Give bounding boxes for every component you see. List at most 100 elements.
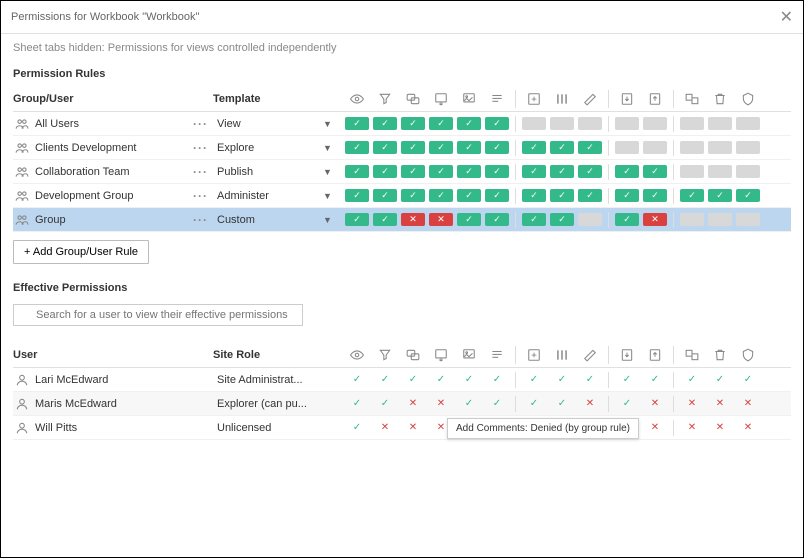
chevron-down-icon[interactable]: ▼ (323, 119, 343, 129)
template-select[interactable]: Custom (213, 214, 323, 226)
rule-row[interactable]: Group···Custom▼ (13, 208, 791, 232)
rule-row[interactable]: All Users ···View▼ (13, 112, 791, 136)
perm-cell[interactable] (615, 213, 639, 226)
perm-cell[interactable] (485, 189, 509, 202)
perm-cell[interactable] (401, 141, 425, 154)
more-actions-icon[interactable]: ··· (193, 165, 213, 179)
rule-row[interactable]: Clients Development···Explore▼ (13, 136, 791, 160)
template-select[interactable]: Explore (213, 142, 323, 154)
perm-cell[interactable] (578, 189, 602, 202)
perm-cell[interactable] (736, 213, 760, 226)
perm-cell[interactable] (401, 165, 425, 178)
perm-cell[interactable] (550, 117, 574, 130)
chevron-down-icon[interactable]: ▼ (323, 191, 343, 201)
perm-cell[interactable] (522, 189, 546, 202)
perm-cell[interactable] (643, 189, 667, 202)
perm-cell[interactable] (522, 213, 546, 226)
more-actions-icon[interactable]: ··· (193, 213, 213, 227)
perm-cell[interactable] (550, 213, 574, 226)
close-icon[interactable]: ✕ (780, 7, 793, 27)
template-select[interactable]: Publish (213, 166, 323, 178)
perm-cell[interactable] (429, 165, 453, 178)
perm-cell[interactable] (615, 117, 639, 130)
user-name: Maris McEdward (35, 398, 117, 410)
perm-cell[interactable] (578, 213, 602, 226)
perm-cell[interactable] (615, 141, 639, 154)
perm-cell[interactable] (429, 117, 453, 130)
perm-cell[interactable] (345, 189, 369, 202)
perm-cell[interactable] (401, 213, 425, 226)
chevron-down-icon[interactable]: ▼ (323, 215, 343, 225)
perm-cell[interactable] (373, 189, 397, 202)
chevron-down-icon[interactable]: ▼ (323, 167, 343, 177)
effective-search-input[interactable] (13, 304, 303, 326)
perm-cell[interactable] (736, 117, 760, 130)
permission-tooltip: Add Comments: Denied (by group rule) (447, 418, 639, 439)
perm-cell[interactable] (373, 141, 397, 154)
chevron-down-icon[interactable]: ▼ (323, 143, 343, 153)
perm-cell[interactable] (429, 141, 453, 154)
perm-cell[interactable] (736, 189, 760, 202)
perm-cell[interactable] (550, 189, 574, 202)
perm-cell[interactable] (643, 213, 667, 226)
perm-cell[interactable] (485, 165, 509, 178)
perm-cell[interactable] (680, 213, 704, 226)
perm-cell[interactable] (680, 189, 704, 202)
download-data-icon (485, 348, 509, 362)
perm-cell[interactable] (345, 165, 369, 178)
group-name: All Users (35, 118, 79, 130)
perm-cell[interactable] (429, 189, 453, 202)
perm-cell[interactable] (373, 165, 397, 178)
perm-cell[interactable] (457, 165, 481, 178)
add-group-user-rule-button[interactable]: + Add Group/User Rule (13, 240, 149, 264)
perm-cell[interactable] (708, 189, 732, 202)
perm-cell[interactable] (373, 117, 397, 130)
perm-cell[interactable] (680, 141, 704, 154)
perm-cell[interactable] (643, 141, 667, 154)
perm-cell[interactable] (485, 141, 509, 154)
perm-cell[interactable] (643, 165, 667, 178)
perm-cell[interactable] (578, 117, 602, 130)
perm-cell[interactable] (708, 213, 732, 226)
perm-cell[interactable] (708, 117, 732, 130)
perm-cell[interactable] (485, 117, 509, 130)
perm-cell[interactable] (373, 213, 397, 226)
perm-cell[interactable] (457, 189, 481, 202)
permission-header-icons (343, 90, 791, 108)
perm-cell[interactable] (708, 165, 732, 178)
perm-cell[interactable] (457, 213, 481, 226)
perm-cell[interactable] (643, 117, 667, 130)
perm-cell[interactable] (615, 165, 639, 178)
perm-cell[interactable] (522, 117, 546, 130)
perm-cell[interactable] (736, 165, 760, 178)
col-user: User (13, 349, 193, 361)
rule-row[interactable]: Development Group···Administer▼ (13, 184, 791, 208)
perm-cell[interactable] (578, 165, 602, 178)
perm-cell[interactable] (457, 141, 481, 154)
perm-cell[interactable] (401, 189, 425, 202)
perm-cell[interactable] (401, 117, 425, 130)
rule-row[interactable]: Collaboration Team···Publish▼ (13, 160, 791, 184)
perm-cell[interactable] (522, 165, 546, 178)
more-actions-icon[interactable]: ··· (193, 141, 213, 155)
perm-cell[interactable] (680, 117, 704, 130)
perm-cell[interactable] (345, 213, 369, 226)
template-select[interactable]: Administer (213, 190, 323, 202)
perm-cell[interactable] (680, 165, 704, 178)
perm-cell[interactable] (345, 141, 369, 154)
perm-cell[interactable] (578, 141, 602, 154)
perm-cell[interactable] (550, 141, 574, 154)
perm-cell[interactable] (429, 213, 453, 226)
template-select[interactable]: View (213, 118, 323, 130)
perm-cell[interactable] (345, 117, 369, 130)
perm-cell[interactable] (457, 117, 481, 130)
perm-cell[interactable] (708, 141, 732, 154)
more-actions-icon[interactable]: ··· (193, 117, 213, 131)
perm-cell[interactable] (736, 141, 760, 154)
perm-cell[interactable] (615, 189, 639, 202)
perm-cell[interactable] (485, 213, 509, 226)
more-actions-icon[interactable]: ··· (193, 189, 213, 203)
perm-cell[interactable] (550, 165, 574, 178)
perm-cell[interactable] (522, 141, 546, 154)
effective-perm-cell (680, 397, 704, 411)
